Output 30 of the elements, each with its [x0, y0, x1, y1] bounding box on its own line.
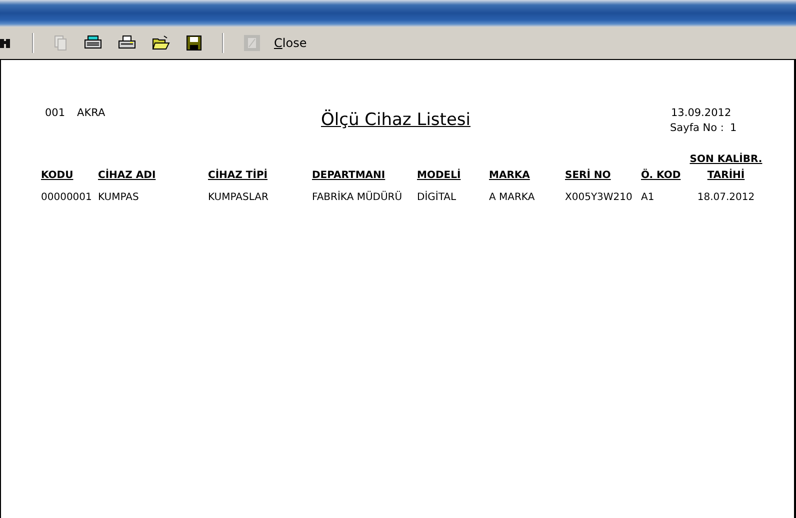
- column-header: MARKA: [489, 170, 530, 181]
- column-header: Ö. KOD: [641, 170, 681, 181]
- report-date: 13.09.2012: [671, 107, 732, 119]
- column-header: MODELİ: [417, 170, 461, 181]
- table-cell: X005Y3W210: [565, 192, 632, 203]
- column-header: DEPARTMANI: [312, 170, 386, 181]
- print-icon[interactable]: [118, 35, 136, 51]
- company-name: AKRA: [77, 107, 106, 119]
- table-cell: A1: [641, 192, 654, 203]
- table-cell: 18.07.2012: [697, 192, 755, 203]
- table-cell: A MARKA: [489, 192, 535, 203]
- column-header: CİHAZ ADI: [98, 170, 156, 181]
- table-cell: KUMPAS: [98, 192, 139, 203]
- table-cell: DİGİTAL: [417, 192, 456, 203]
- column-header: CİHAZ TİPİ: [208, 170, 268, 181]
- page-label: Sayfa No :: [670, 122, 724, 134]
- binoculars-icon[interactable]: [0, 36, 12, 50]
- close-button[interactable]: Close: [268, 36, 307, 50]
- save-icon[interactable]: [186, 35, 202, 51]
- table-cell: FABRİKA MÜDÜRÜ: [312, 192, 402, 203]
- report-title: Ölçü Cihaz Listesi: [321, 110, 472, 130]
- column-header: SERİ NO: [565, 170, 611, 181]
- column-header: KODU: [41, 170, 74, 181]
- table-cell: KUMPASLAR: [208, 192, 268, 203]
- column-header: SON KALİBR. TARİHİ: [690, 154, 762, 181]
- printer-setup-icon[interactable]: [84, 35, 102, 51]
- page-number: 1: [730, 122, 737, 134]
- table-cell: 00000001: [41, 192, 92, 203]
- open-folder-icon[interactable]: [152, 35, 170, 51]
- company-code: 001: [45, 107, 66, 119]
